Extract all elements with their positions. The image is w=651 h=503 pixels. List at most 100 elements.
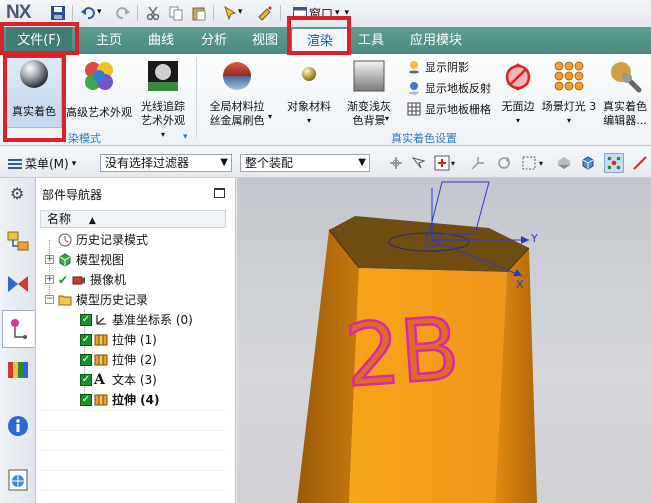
column-header-label: 名称 (47, 212, 72, 226)
tab-applications[interactable]: 应用模块 (398, 27, 474, 54)
collapse-icon[interactable]: − (45, 295, 54, 304)
web-browser-icon[interactable] (6, 468, 30, 492)
customize-toolbar-icon[interactable]: ▾ (345, 8, 350, 18)
extrude-icon (94, 334, 108, 346)
engraved-text-2b: 2B (342, 299, 462, 407)
selection-scope-dropdown[interactable]: 整个装配 ▼ (240, 154, 370, 172)
reuse-library-icon[interactable] (6, 358, 30, 382)
show-floor-reflection-toggle[interactable]: 显示地板反射 (407, 79, 491, 97)
global-material-brushed-metal-button[interactable]: 全局材料拉 丝金属刷色 (202, 58, 272, 128)
group-expand-icon[interactable]: ▾ (183, 132, 188, 142)
tab-render[interactable]: 渲染 (292, 29, 348, 54)
chevron-down-icon[interactable]: ▾ (385, 114, 389, 123)
render-mode-group-label: 染模式 (68, 132, 101, 145)
tree-item-label: 基准坐标系 (0) (112, 313, 193, 327)
maximize-icon[interactable] (214, 188, 225, 198)
rectangle-select-icon[interactable] (521, 155, 537, 171)
assembly-navigator-icon[interactable] (6, 230, 30, 254)
tab-view[interactable]: 视图 (243, 27, 287, 54)
snap-points-grid-icon[interactable] (604, 153, 624, 173)
true-shading-editor-button[interactable]: 真实着色 编辑器... (599, 58, 651, 128)
tree-item-model-views[interactable]: + 模型视图 (36, 250, 226, 270)
tree-item-model-history[interactable]: − 模型历史记录 (36, 290, 226, 310)
shaded-view-icon[interactable] (556, 155, 572, 171)
window-menu[interactable]: 窗口 ▾ ▾ (293, 4, 349, 22)
tab-home[interactable]: 主页 (84, 27, 134, 54)
repeat-command-icon[interactable] (257, 5, 273, 21)
save-icon[interactable] (50, 5, 66, 21)
sort-ascending-icon[interactable]: ▲ (89, 216, 96, 226)
visibility-checkbox[interactable]: ✓ (80, 314, 92, 326)
repeat-select-icon[interactable] (496, 155, 512, 171)
touch-mode-icon[interactable] (220, 5, 236, 21)
graphics-window[interactable]: 2B Y X (237, 178, 651, 503)
visibility-checkbox[interactable]: ✓ (80, 354, 92, 366)
raytrace-art-appearance-button[interactable]: 光线追踪 艺术外观 ▾ (134, 58, 192, 142)
scene-light-button[interactable]: 场景灯光 3 ▾ (541, 58, 597, 128)
global-material-label-line2: 丝金属刷色 (209, 114, 265, 127)
tree-item-label: 模型历史记录 (76, 293, 149, 307)
cut-icon[interactable] (145, 5, 161, 21)
undo-dropdown-icon[interactable]: ▾ (97, 7, 102, 17)
tab-analysis[interactable]: 分析 (190, 27, 238, 54)
info-icon[interactable] (6, 414, 30, 438)
tab-tools[interactable]: 工具 (348, 27, 394, 54)
tree-item-extrude-4[interactable]: ✓ 拉伸 (4) (36, 390, 226, 410)
tree-item-datum-csys[interactable]: ✓ 基准坐标系 (0) (36, 310, 226, 330)
no-face-edge-button[interactable]: 无面边 ▾ (497, 58, 539, 128)
tree-item-text-3[interactable]: ✓ A 文本 (3) (36, 370, 226, 390)
chevron-down-icon: ▾ (515, 116, 520, 125)
snap-point-icon[interactable] (388, 155, 404, 171)
gear-icon[interactable]: ⚙ (10, 184, 24, 203)
show-shadow-toggle[interactable]: 显示阴影 (407, 58, 469, 76)
floor-reflection-icon (409, 82, 419, 95)
chevron-down-icon[interactable]: ▾ (539, 159, 543, 168)
floor-grid-icon (407, 102, 421, 116)
tree-item-extrude-2[interactable]: ✓ 拉伸 (2) (36, 350, 226, 370)
toolbar-separator (72, 5, 73, 21)
select-feature-icon[interactable] (410, 155, 426, 171)
datum-csys-icon (96, 315, 106, 325)
clock-icon (58, 233, 72, 247)
redo-icon[interactable] (115, 5, 131, 21)
touch-mode-dropdown-icon[interactable]: ▾ (238, 7, 243, 17)
constraint-navigator-icon[interactable] (6, 272, 30, 296)
paste-icon[interactable] (191, 5, 207, 21)
expand-icon[interactable]: + (45, 275, 54, 284)
no-face-edge-icon (505, 63, 531, 91)
undo-icon[interactable] (80, 5, 96, 21)
selection-filter-dropdown[interactable]: 没有选择过滤器 ▼ (100, 154, 232, 172)
cube-view-icon[interactable] (580, 155, 596, 171)
expand-icon[interactable]: + (45, 255, 54, 264)
part-navigator-tab[interactable] (2, 310, 34, 348)
object-material-button[interactable]: 对象材料 ▾ (283, 58, 335, 128)
color-spheres-icon (85, 62, 113, 90)
visibility-checkbox[interactable]: ✓ (80, 374, 92, 386)
tree-item-extrude-1[interactable]: ✓ 拉伸 (1) (36, 330, 226, 350)
extrude-icon (94, 394, 108, 406)
snap-options-icon[interactable] (434, 155, 450, 171)
axis-label-y: Y (530, 232, 538, 245)
tree-item-cameras[interactable]: + ✔ 摄像机 (36, 270, 226, 290)
menu-button[interactable]: 菜单(M) ▾ (8, 155, 76, 172)
tab-curve[interactable]: 曲线 (137, 27, 185, 54)
tab-file[interactable]: 文件(F) (6, 27, 72, 54)
copy-icon[interactable] (168, 5, 184, 21)
transform-icon[interactable] (470, 155, 486, 171)
visibility-checkbox[interactable]: ✓ (80, 394, 92, 406)
part-navigator: 部件导航器 名称 ▲ 历史记录模式 + 模型视图 + ✔ 摄像机 − 模型历史记… (36, 178, 236, 503)
column-header-name[interactable]: 名称 ▲ (40, 210, 226, 228)
gradient-label-line1: 渐变浅灰 (347, 100, 391, 113)
true-shading-button[interactable]: 真实着色 (6, 56, 62, 128)
gradient-background-icon (353, 60, 385, 92)
tree-item-label: 模型视图 (76, 253, 125, 267)
chevron-down-icon[interactable]: ▾ (268, 112, 272, 121)
line-snap-icon[interactable] (632, 155, 648, 171)
show-floor-grid-toggle[interactable]: 显示地板栅格 (407, 100, 491, 118)
true-shading-editor-label-line1: 真实着色 (603, 100, 647, 113)
visibility-checkbox[interactable]: ✓ (80, 334, 92, 346)
wrench-sphere-icon (611, 62, 642, 93)
chevron-down-icon[interactable]: ▾ (451, 159, 455, 168)
tree-item-history-mode[interactable]: 历史记录模式 (36, 230, 226, 250)
advanced-art-appearance-button[interactable]: 高级艺术外观 (64, 58, 134, 120)
